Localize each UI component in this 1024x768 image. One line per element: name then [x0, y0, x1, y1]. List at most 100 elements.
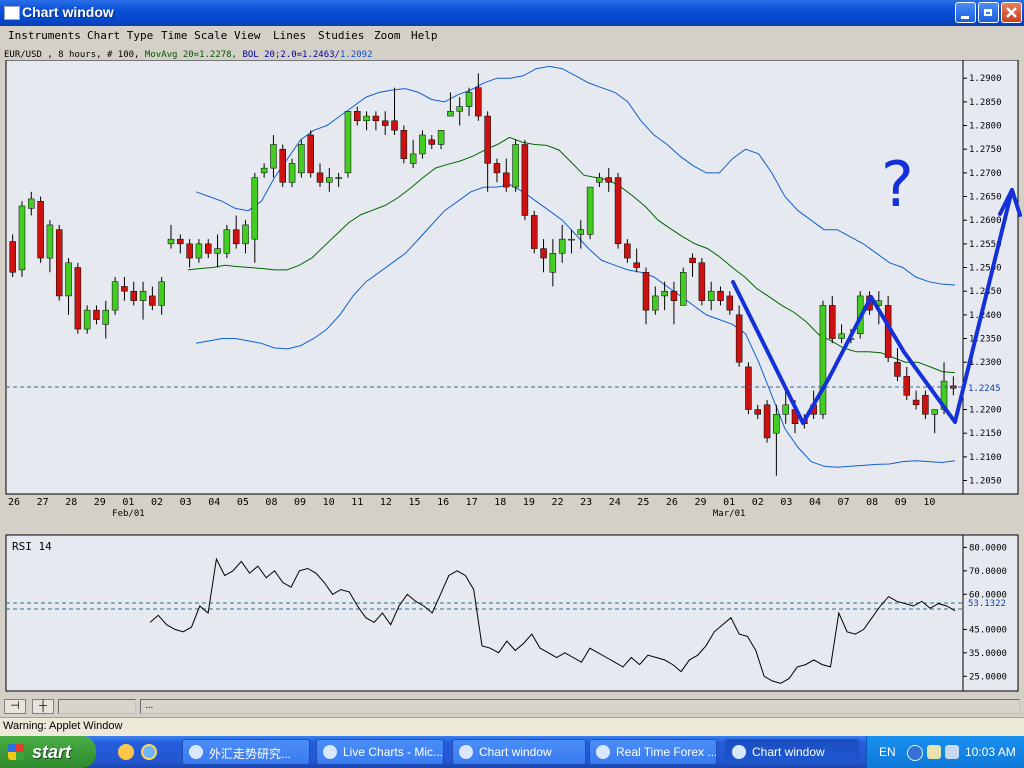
candle-body — [158, 281, 165, 306]
candle-body — [204, 243, 212, 254]
candle-body — [819, 305, 827, 415]
minimize-button[interactable] — [955, 2, 976, 23]
month-label: Mar/01 — [713, 509, 746, 519]
candle-body — [251, 177, 259, 240]
candle-body — [903, 376, 911, 396]
candle-body — [568, 238, 575, 241]
price-tick-label: 1.2850 — [969, 98, 1002, 108]
price-tick-label: 1.2900 — [969, 74, 1002, 84]
date-label: 10 — [923, 497, 935, 508]
price-tick-label: 1.2400 — [969, 311, 1002, 321]
date-label: 17 — [466, 497, 478, 508]
candle-body — [596, 177, 603, 183]
candle-body — [55, 229, 63, 297]
ie-icon — [323, 745, 337, 759]
rsi-panel[interactable] — [5, 534, 964, 692]
tray-back-icon[interactable] — [907, 745, 923, 761]
menu-view[interactable]: View — [234, 29, 261, 42]
candle-body — [102, 309, 110, 325]
ie-icon — [596, 745, 610, 759]
candle-body — [558, 238, 566, 254]
task-live-charts[interactable]: Live Charts - Mic... — [316, 739, 444, 765]
task-chart-window-1[interactable]: Chart window — [452, 739, 586, 765]
candle-body — [456, 106, 463, 112]
candle — [745, 362, 752, 415]
taskbar: start 外汇走势研究... Live Charts - Mic... Cha… — [0, 736, 1024, 768]
candle-body — [344, 111, 352, 174]
language-indicator[interactable]: EN — [879, 745, 896, 759]
restore-icon — [984, 9, 992, 16]
candle-body — [922, 395, 929, 415]
price-tick-label: 1.2650 — [969, 193, 1002, 203]
candle-body — [326, 177, 333, 183]
menu-studies[interactable]: Studies — [318, 29, 364, 42]
show-desktop-icon[interactable] — [118, 744, 134, 760]
pin-icon: ⊣ — [10, 700, 20, 712]
candle-body — [633, 262, 640, 268]
candle-body — [512, 144, 519, 188]
date-label: 01 — [122, 497, 134, 508]
price-tick-label: 1.2100 — [969, 453, 1002, 463]
candle-body — [232, 229, 240, 245]
menu-lines[interactable]: Lines — [273, 29, 306, 42]
date-label: 10 — [323, 497, 335, 508]
crosshair-button[interactable]: ┼ — [32, 699, 54, 714]
candle-body — [242, 224, 249, 245]
candle-body — [540, 248, 547, 259]
windows-logo-icon — [8, 744, 24, 760]
menu-time-scale[interactable]: Time Scale — [161, 29, 227, 42]
date-label: 08 — [265, 497, 277, 508]
date-label: 15 — [408, 497, 420, 508]
chart-area[interactable]: 1.2900 1.2850 1.2800 1.2750 1.2700 1.2650 1.26… — [0, 60, 1024, 700]
menu-help[interactable]: Help — [411, 29, 438, 42]
system-tray: EN 10:03 AM — [866, 736, 1024, 768]
pin-button[interactable]: ⊣ — [4, 699, 26, 714]
candle-body — [186, 243, 193, 259]
close-button[interactable] — [1001, 2, 1022, 23]
date-label: 18 — [494, 497, 506, 508]
date-label: 22 — [551, 497, 563, 508]
candle-body — [298, 144, 305, 174]
date-label: 07 — [838, 497, 850, 508]
rsi-axis — [962, 534, 1019, 692]
restore-button[interactable] — [978, 2, 999, 23]
window-title: Chart window — [22, 4, 114, 20]
candle-body — [288, 163, 296, 183]
candle-body — [577, 229, 585, 235]
applet-warning: Warning: Applet Window — [3, 720, 123, 732]
price-tick-label: 1.2300 — [969, 358, 1002, 368]
price-tick-label: 1.2700 — [969, 169, 1002, 179]
candle-body — [307, 134, 314, 174]
menu-zoom[interactable]: Zoom — [374, 29, 401, 42]
candle — [512, 139, 519, 192]
candle-body — [391, 120, 398, 131]
close-icon — [1006, 7, 1017, 18]
menu-instruments[interactable]: Instruments — [8, 29, 81, 42]
candle-body — [111, 281, 119, 311]
tray-volume-icon[interactable] — [945, 745, 959, 759]
candle — [111, 277, 119, 315]
candle-body — [121, 286, 128, 292]
candle-body — [605, 177, 612, 183]
date-label: 28 — [65, 497, 77, 508]
start-button[interactable]: start — [0, 736, 96, 768]
candle-body — [465, 92, 473, 107]
date-label: 25 — [637, 497, 649, 508]
task-real-time-forex[interactable]: Real Time Forex ... — [589, 739, 717, 765]
candle-body — [614, 177, 622, 245]
task-forex-research[interactable]: 外汇走势研究... — [182, 739, 310, 765]
window-icon — [4, 6, 20, 20]
date-label: 24 — [609, 497, 621, 508]
candle-body — [65, 262, 72, 297]
menu-chart-type[interactable]: Chart Type — [87, 29, 153, 42]
candle-body — [475, 87, 482, 117]
date-label: 08 — [866, 497, 878, 508]
date-label: 29 — [94, 497, 106, 508]
title-bar[interactable]: Chart window — [0, 0, 1024, 26]
task-chart-window-active[interactable]: Chart window — [725, 739, 859, 765]
ie-quicklaunch-icon[interactable] — [141, 744, 157, 760]
tray-network-icon[interactable] — [927, 745, 941, 759]
candle — [223, 224, 231, 259]
candle-body — [726, 295, 734, 311]
candle-body — [745, 366, 752, 410]
